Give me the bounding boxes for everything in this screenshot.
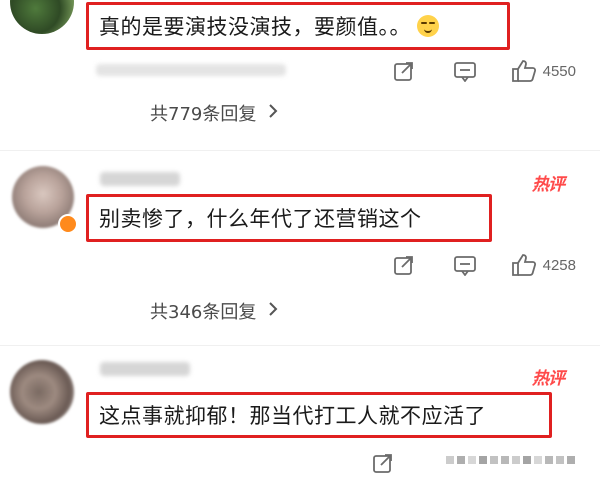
chevron-right-icon <box>268 301 278 322</box>
comment-2: 热评 别卖惨了，什么年代了还营销这个 4258 共346条回复 <box>0 158 600 338</box>
divider <box>0 345 600 346</box>
share-icon <box>393 256 413 275</box>
chevron-right-icon <box>268 103 278 124</box>
comment-feed: 真的是要演技没演技，要颜值。。 4550 共779条回复 热评 别卖惨了，什么年… <box>0 0 600 480</box>
reply-button[interactable] <box>453 60 477 82</box>
divider <box>0 150 600 151</box>
comment-text: 别卖惨了，什么年代了还营销这个 <box>99 207 422 231</box>
grimace-emoji-icon <box>417 15 439 37</box>
thumbs-up-icon <box>511 60 536 82</box>
hot-comment-badge: 热评 <box>532 369 565 389</box>
like-button[interactable]: 4258 <box>511 253 576 277</box>
share-button[interactable] <box>393 60 415 82</box>
avatar[interactable] <box>10 0 74 34</box>
comment-icon <box>453 256 476 276</box>
highlighted-comment-text: 别卖惨了，什么年代了还营销这个 <box>86 194 492 242</box>
timestamp-blurred <box>96 64 286 76</box>
hot-comment-badge: 热评 <box>532 175 565 195</box>
comment-3: 热评 这点事就抑郁！那当代打工人就不应活了 <box>0 352 600 480</box>
comment-1: 真的是要演技没演技，要颜值。。 4550 共779条回复 <box>0 0 600 135</box>
comment-text: 这点事就抑郁！那当代打工人就不应活了 <box>99 404 486 428</box>
thumbs-up-icon <box>511 254 536 276</box>
watermark-pixelated <box>446 446 578 474</box>
reply-count: 共779条回复 <box>150 104 257 125</box>
comment-actions: 4550 <box>393 56 576 86</box>
view-replies-link[interactable]: 共779条回复 <box>150 100 278 126</box>
highlighted-comment-text: 真的是要演技没演技，要颜值。。 <box>86 2 510 50</box>
highlighted-comment-text: 这点事就抑郁！那当代打工人就不应活了 <box>86 392 552 438</box>
comment-icon <box>453 62 476 82</box>
username-blurred <box>100 172 180 186</box>
avatar[interactable] <box>10 360 74 424</box>
like-button[interactable]: 4550 <box>511 59 576 83</box>
username-blurred <box>100 362 190 376</box>
share-button[interactable] <box>393 254 415 276</box>
like-count: 4550 <box>542 62 576 80</box>
reply-count: 共346条回复 <box>150 302 257 323</box>
comment-actions: 4258 <box>393 250 576 280</box>
comment-actions <box>372 448 394 478</box>
share-button[interactable] <box>372 452 394 474</box>
verified-badge-icon <box>58 214 78 234</box>
like-count: 4258 <box>542 256 576 274</box>
reply-button[interactable] <box>453 254 477 276</box>
view-replies-link[interactable]: 共346条回复 <box>150 298 278 324</box>
share-icon <box>393 62 413 81</box>
comment-text: 真的是要演技没演技，要颜值。。 <box>99 15 411 39</box>
share-icon <box>373 454 392 473</box>
